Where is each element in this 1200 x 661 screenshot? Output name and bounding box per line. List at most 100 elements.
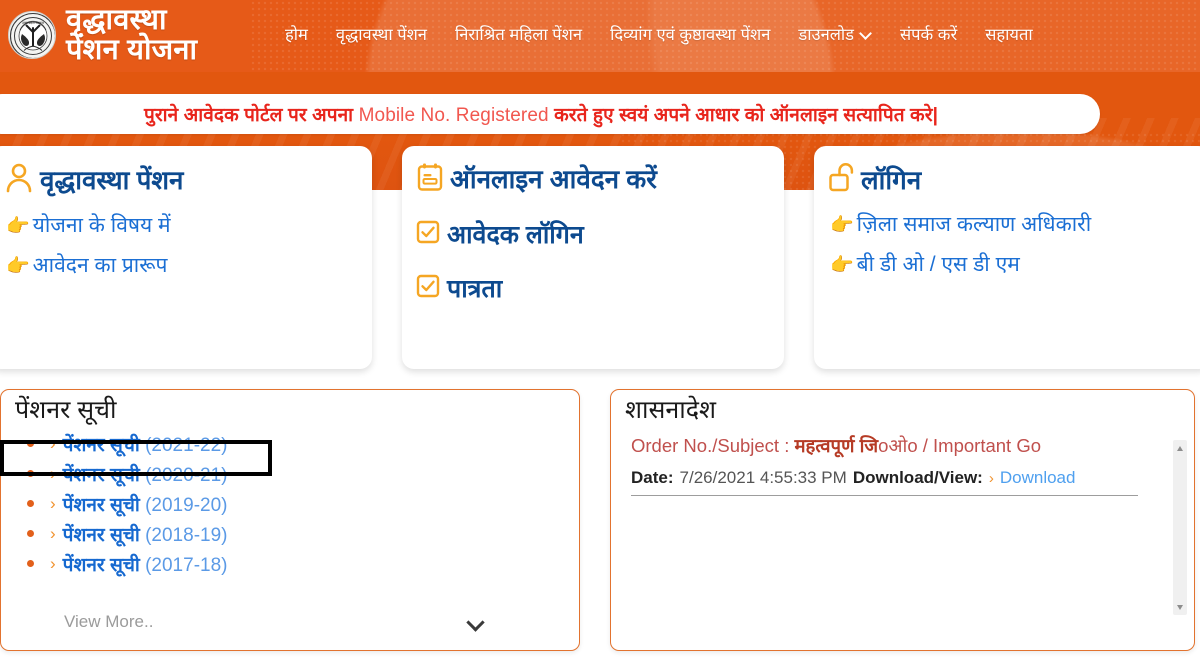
feature-cards-row: वृद्धावस्था पेंशन 👉 योजना के विषय में 👉 … [0,146,1200,378]
link-eligibility[interactable]: पात्रता [416,271,766,305]
download-link[interactable]: Download [1000,468,1076,488]
announcement-part1: पुराने आवेदक पोर्टल पर अपना [143,105,359,126]
nav-item-divyang-pension[interactable]: दिव्यांग एवं कुष्ठावस्था पेंशन [610,22,770,45]
government-orders-panel: शासनादेश Order No./Subject : महत्वपूर्ण … [610,389,1195,651]
pointing-hand-icon: 👉 [6,215,30,237]
nav-label: सहायता [985,26,1033,44]
bullet-icon [27,470,34,478]
view-more-toggle[interactable]: View More.. [64,612,484,632]
card-login: लॉगिन 👉 ज़िला समाज कल्याण अधिकारी 👉 बी ड… [814,146,1200,369]
checkbox-checked-icon [416,220,440,249]
chevron-right-icon: › [50,494,56,514]
uttar-pradesh-government-emblem-icon: उत्तर प्रदेश सरकार [8,10,56,59]
nav-item-old-age-pension[interactable]: वृद्धावस्था पेंशन [336,22,427,45]
link-district-social-welfare-officer[interactable]: 👉 ज़िला समाज कल्याण अधिकारी [830,212,1192,238]
nav-label: दिव्यांग एवं कुष्ठावस्था पेंशन [610,26,771,44]
card-title: ऑनलाइन आवेदन करें [450,164,657,195]
order-subject-english: / Important Go [917,434,1042,456]
bullet-icon [27,560,34,568]
chevron-right-icon: › [50,554,56,574]
list-item[interactable]: › पेंशनर सूची (2019-20) [27,489,579,519]
date-label: Date: [631,467,674,487]
announcement-text: पुराने आवेदक पोर्टल पर अपना Mobile No. R… [144,101,938,127]
link-label: बी डी ओ / एस डी एम [856,253,1020,277]
pensioner-list-link-2021-22[interactable]: पेंशनर सूची (2021-22) [63,431,228,457]
bullet-icon [27,440,34,448]
order-entry: Order No./Subject : महत्वपूर्ण जिoओo / I… [631,434,1180,496]
link-label: योजना के विषय में [32,214,171,237]
card-old-age-pension: वृद्धावस्था पेंशन 👉 योजना के विषय में 👉 … [0,146,372,369]
card-header: वृद्धावस्था पेंशन [4,162,354,199]
chevron-right-icon: › [988,469,994,487]
card-title: वृद्धावस्था पेंशन [40,165,184,196]
site-title-line1: वृद्धावस्था [66,4,167,36]
order-meta-line: Date: 7/26/2021 4:55:33 PM Download/View… [631,468,1138,496]
order-subject-hindi-2: oओo [878,434,918,456]
orders-scrollbar[interactable] [1173,440,1187,615]
link-label: ज़िला समाज कल्याण अधिकारी [856,213,1092,236]
chevron-right-icon: › [50,524,56,544]
chevron-right-icon: › [50,464,56,484]
link-label: आवेदन का प्रारूप [32,254,168,278]
main-navigation: होम वृद्धावस्था पेंशन निराश्रित महिला पे… [285,22,1033,45]
pensioner-list-link-2018-19[interactable]: पेंशनर सूची (2018-19) [63,521,228,547]
pensioner-list-title: पेंशनर सूची [15,396,117,424]
nav-item-home[interactable]: होम [285,22,308,45]
order-subject-hindi: महत्वपूर्ण जि [794,434,879,456]
link-application-format[interactable]: 👉 आवेदन का प्रारूप [6,253,354,279]
card-header: ऑनलाइन आवेदन करें [416,162,766,197]
bullet-icon [27,530,34,538]
list-item-name: पेंशनर सूची [62,554,146,576]
link-applicant-login[interactable]: आवेदक लॉगिन [416,217,766,251]
chevron-right-icon: › [50,434,56,454]
card-header: लॉगिन [828,162,1192,198]
list-item-year: (2019-20) [145,494,228,516]
list-item[interactable]: › पेंशनर सूची (2020-21) [27,459,579,489]
open-padlock-icon [828,162,855,198]
pointing-hand-icon: 👉 [6,255,30,277]
pensioner-list-link-2020-21[interactable]: पेंशनर सूची (2020-21) [63,461,228,487]
site-title-line2: पेंशन योजना [66,33,198,66]
list-item-year: (2021-22) [145,434,228,456]
site-title: वृद्धावस्था पेंशन योजना [66,4,197,65]
list-item-year: (2018-19) [145,524,228,546]
nav-label: निराश्रित महिला पेंशन [454,26,583,44]
nav-label: वृद्धावस्था पेंशन [335,26,427,44]
nav-item-contact-us[interactable]: संपर्क करें [900,22,957,45]
nav-item-destitute-women-pension[interactable]: निराश्रित महिला पेंशन [455,22,582,45]
list-item-name: पेंशनर सूची [62,494,146,516]
list-item[interactable]: › पेंशनर सूची (2017-18) [27,549,579,579]
announcement-part2: Mobile No. Registered [358,105,555,126]
scroll-down-arrow-icon[interactable] [1173,600,1187,614]
card-online-application: ऑनलाइन आवेदन करें आवेदक लॉगिन पात्रता [402,146,784,369]
list-item[interactable]: › पेंशनर सूची (2021-22) [27,429,579,459]
link-about-scheme[interactable]: 👉 योजना के विषय में [6,213,354,239]
link-bdo-sdm[interactable]: 👉 बी डी ओ / एस डी एम [830,252,1192,278]
announcement-part3: करते हुए स्वयं अपने आधार को ऑनलाइन सत्या… [554,105,938,126]
list-item-name: पेंशनर सूची [62,524,146,546]
chevron-down-icon[interactable] [468,614,484,630]
announcement-marquee: पुराने आवेदक पोर्टल पर अपना Mobile No. R… [0,94,1100,134]
nav-label: डाउनलोड [798,26,855,44]
checkbox-checked-icon [416,274,440,303]
brand[interactable]: उत्तर प्रदेश सरकार वृद्धावस्था पेंशन योज… [8,4,197,65]
order-subject-line: Order No./Subject : महत्वपूर्ण जिoओo / I… [631,434,1180,459]
pointing-hand-icon: 👉 [830,214,854,236]
scroll-up-arrow-icon[interactable] [1173,441,1187,455]
row-label: पात्रता [447,275,503,303]
nav-item-help[interactable]: सहायता [985,22,1032,45]
pointing-hand-icon: 👉 [830,254,854,276]
nav-label: संपर्क करें [900,26,958,44]
list-item-name: पेंशनर सूची [62,464,146,486]
list-item-name: पेंशनर सूची [62,434,146,456]
download-view-label: Download/View: [852,467,983,487]
pensioner-list: › पेंशनर सूची (2021-22) › पेंशनर सूची (2… [27,429,579,579]
list-item[interactable]: › पेंशनर सूची (2018-19) [27,519,579,549]
date-value: 7/26/2021 4:55:33 PM [679,467,847,487]
pensioner-list-link-2017-18[interactable]: पेंशनर सूची (2017-18) [63,551,228,577]
nav-item-download[interactable]: डाउनलोड [798,22,872,45]
person-icon [4,162,34,199]
pensioner-list-link-2019-20[interactable]: पेंशनर सूची (2019-20) [63,491,228,517]
list-item-year: (2020-21) [145,464,228,486]
order-label: Order No./Subject : [631,434,795,456]
